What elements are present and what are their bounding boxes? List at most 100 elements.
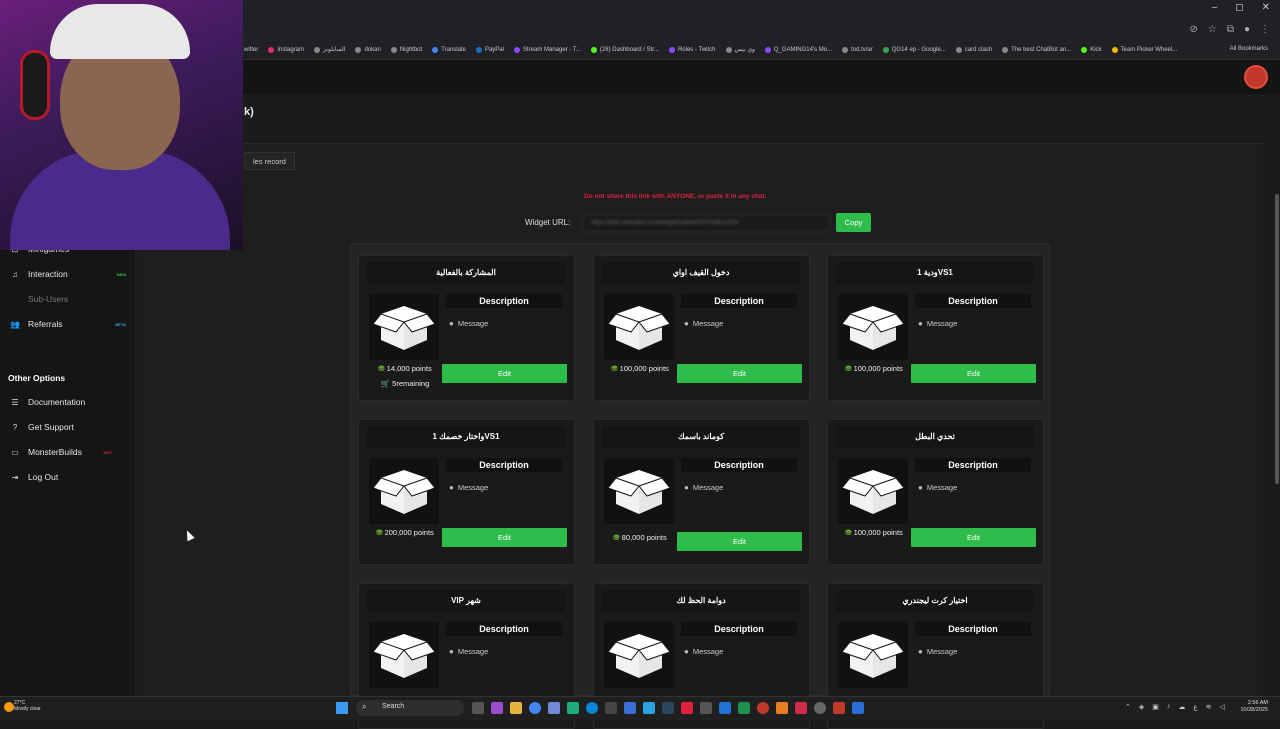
edit-button[interactable]: Edit: [442, 528, 567, 547]
reward-title: كوماند باسمك: [602, 426, 800, 448]
telegram-icon[interactable]: [643, 702, 655, 714]
taskbar-search[interactable]: Search: [356, 700, 464, 716]
app-icon[interactable]: [833, 702, 845, 714]
close-button[interactable]: ✕: [1262, 2, 1270, 13]
steam-icon[interactable]: [662, 702, 674, 714]
folder-icon[interactable]: [510, 702, 522, 714]
description-title: Description: [915, 458, 1031, 472]
bookmark[interactable]: Instagram: [268, 46, 304, 53]
wifi-icon[interactable]: ≋: [1206, 703, 1212, 711]
webcam-overlay: [0, 0, 243, 250]
star-icon[interactable]: ☆: [1208, 24, 1217, 35]
edit-button[interactable]: Edit: [911, 528, 1036, 547]
bookmark[interactable]: السايلونز: [314, 46, 345, 53]
sidebar-item-monsterbuilds[interactable]: ▭ MonsterBuilds HOT: [10, 447, 130, 457]
app-tray-icon[interactable]: ▣: [1152, 703, 1159, 711]
start-button[interactable]: [336, 702, 348, 714]
edit-button[interactable]: Edit: [677, 364, 802, 383]
taskbar-clock[interactable]: 2:56 AM 10/28/2025: [1240, 700, 1268, 714]
app-icon[interactable]: [491, 702, 503, 714]
edit-button[interactable]: Edit: [911, 364, 1036, 383]
sidebar-item-sub-users[interactable]: Sub-Users: [10, 294, 130, 304]
all-bookmarks[interactable]: All Bookmarks: [1230, 46, 1268, 52]
avatar[interactable]: [1244, 65, 1268, 89]
task-view-icon[interactable]: [472, 702, 484, 714]
onedrive-icon[interactable]: ☁: [1178, 703, 1185, 711]
widget-url-field[interactable]: https://kick.onrender.com/widget/redeem/…: [582, 214, 830, 232]
app-icon[interactable]: [776, 702, 788, 714]
app-icon[interactable]: [719, 702, 731, 714]
volume-icon[interactable]: ◁: [1219, 703, 1224, 711]
chat-bubble-icon: ●: [918, 647, 923, 656]
bookmark[interactable]: (28) Dashboard / Str...: [590, 46, 659, 53]
browser-toolbar-icons: ⊘ ☆ ⧉ ● ⋮: [1189, 24, 1270, 35]
edge-icon[interactable]: [586, 702, 598, 714]
bookmark[interactable]: The best ChatBot an...: [1002, 46, 1071, 53]
bookmark[interactable]: witter: [244, 47, 258, 53]
bookmark[interactable]: dokan: [355, 46, 381, 53]
discord-icon[interactable]: [548, 702, 560, 714]
network-icon[interactable]: ◈: [1139, 703, 1144, 711]
bookmark[interactable]: وي بيس: [725, 46, 755, 53]
maximize-button[interactable]: ◻: [1235, 2, 1243, 13]
bookmark[interactable]: tod.tv/ar: [842, 46, 873, 53]
chat-bubble-icon: ●: [684, 483, 689, 492]
bookmark[interactable]: Nightbot: [390, 46, 422, 53]
users-icon: [10, 295, 20, 304]
cart-icon: 🛒: [380, 379, 391, 388]
extensions-icon[interactable]: ⧉: [1227, 24, 1234, 35]
menu-icon[interactable]: ⋮: [1260, 24, 1270, 35]
app-icon[interactable]: [795, 702, 807, 714]
message-row: ● Message: [449, 483, 489, 492]
copy-button[interactable]: Copy: [836, 213, 871, 232]
app-icon[interactable]: [700, 702, 712, 714]
record-icon[interactable]: [757, 702, 769, 714]
reward-title: دوامة الحظ لك: [602, 590, 800, 612]
sidebar-item-referrals[interactable]: 👥 Referrals BETA: [10, 319, 130, 329]
bookmark[interactable]: QG14 ep - Google...: [882, 46, 946, 53]
reward-card: كوماند باسمك Description ● Message ⛃ 80,…: [593, 419, 810, 565]
bookmark[interactable]: card clash: [955, 46, 992, 53]
eye-off-icon[interactable]: ⊘: [1189, 24, 1197, 35]
chevron-up-icon[interactable]: ⌃: [1125, 703, 1131, 711]
sidebar-item-documentation[interactable]: ☰ Documentation: [10, 397, 130, 407]
language-icon[interactable]: ع: [1193, 703, 1197, 711]
box-icon: [604, 622, 674, 688]
obs-icon[interactable]: [814, 702, 826, 714]
shield-icon[interactable]: [852, 702, 864, 714]
scrollbar-thumb[interactable]: [1275, 194, 1279, 484]
scrollbar[interactable]: [1274, 94, 1280, 696]
bookmark[interactable]: Team Picker Wheel...: [1111, 46, 1177, 53]
message-row: ● Message: [918, 483, 958, 492]
app-icon[interactable]: [605, 702, 617, 714]
tab-records[interactable]: les record: [244, 152, 295, 170]
minimize-button[interactable]: –: [1212, 2, 1218, 13]
profile-icon[interactable]: ●: [1244, 24, 1250, 35]
weather-widget[interactable]: 27°C Mostly clear: [14, 700, 41, 712]
app-icon[interactable]: [624, 702, 636, 714]
mic-icon[interactable]: ♪: [1167, 703, 1171, 711]
points-cost: ⛃ 200,000 points: [376, 528, 434, 537]
chrome-icon[interactable]: [529, 702, 541, 714]
app-icon[interactable]: [681, 702, 693, 714]
box-icon: [838, 458, 908, 524]
bookmark[interactable]: Translate: [432, 46, 466, 53]
sidebar-item-interaction[interactable]: ♫ Interaction NEW: [10, 269, 130, 279]
box-icon: [369, 458, 439, 524]
bookmark-icon: [1111, 46, 1118, 53]
description-title: Description: [446, 458, 562, 472]
bookmark[interactable]: Stream Manager - T...: [513, 46, 581, 53]
points-cost: ⛃ 100,000 points: [845, 364, 903, 373]
weather-icon[interactable]: [4, 702, 14, 712]
bookmark[interactable]: PayPal: [475, 46, 504, 53]
sidebar-item-get-support[interactable]: ? Get Support: [10, 422, 130, 432]
bookmark[interactable]: Kick: [1081, 46, 1102, 53]
app-icon[interactable]: [567, 702, 579, 714]
edit-button[interactable]: Edit: [442, 364, 567, 383]
bookmark[interactable]: Roles - Twitch: [668, 46, 716, 53]
sidebar-item-log-out[interactable]: ⇥ Log Out: [10, 472, 130, 482]
music-icon: ♫: [12, 269, 18, 279]
edit-button[interactable]: Edit: [677, 532, 802, 551]
excel-icon[interactable]: [738, 702, 750, 714]
bookmark[interactable]: Q_GAMING14's Mo...: [764, 46, 832, 53]
